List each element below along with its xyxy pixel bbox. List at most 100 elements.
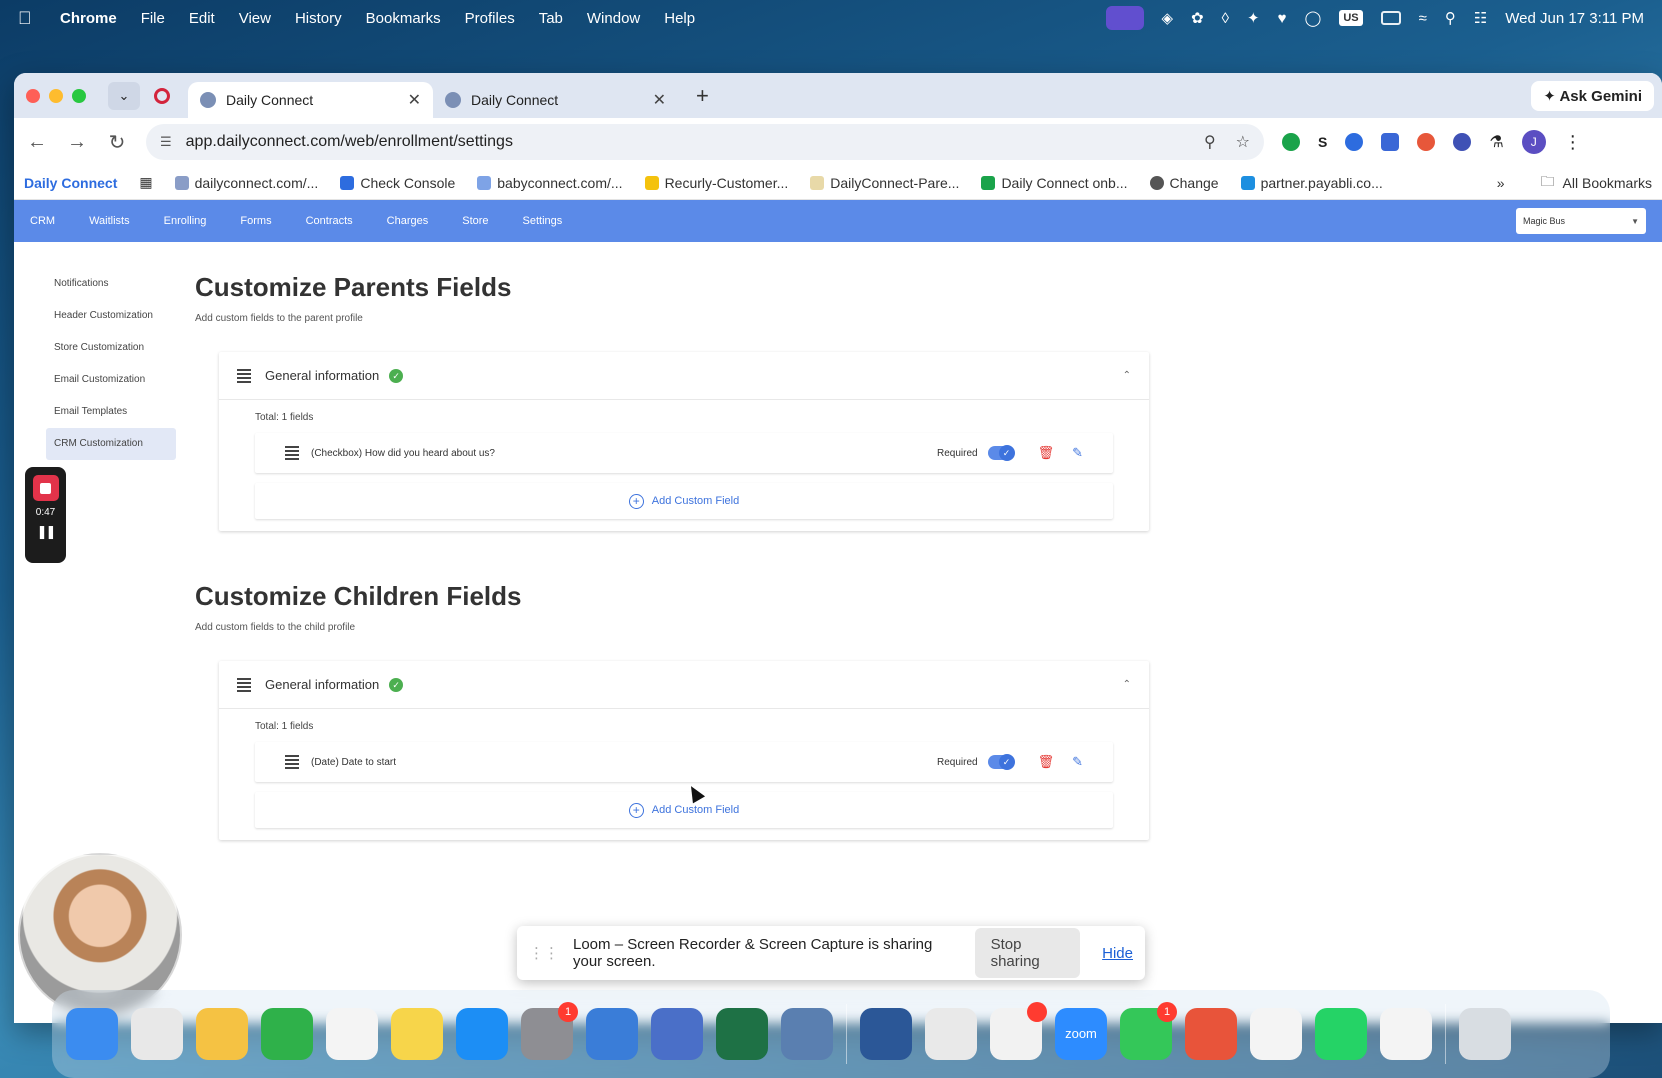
zm-extension-icon[interactable]	[1453, 133, 1472, 151]
spotlight-search-icon[interactable]: ⚲	[1445, 9, 1456, 27]
drag-handle-icon[interactable]	[285, 446, 299, 460]
bookmark-item[interactable]: babyconnect.com/...	[477, 175, 623, 191]
maximize-window-button[interactable]	[72, 88, 86, 103]
add-custom-field-button[interactable]: + Add Custom Field	[255, 483, 1113, 519]
dock-asana-icon[interactable]	[1250, 1008, 1302, 1060]
apps-grid-icon[interactable]: ▦	[139, 174, 152, 191]
pause-icon[interactable]: ❚❚	[37, 524, 57, 540]
user-tray-icon[interactable]: ◯	[1305, 9, 1322, 27]
close-tab-icon[interactable]: ✕	[408, 90, 421, 110]
chevron-up-icon[interactable]: ⌃	[1123, 679, 1131, 690]
address-bar[interactable]: ☰ app.dailyconnect.com/web/enrollment/se…	[146, 124, 1264, 160]
tab-search-chevron-icon[interactable]: ⌄	[108, 81, 140, 110]
hide-link[interactable]: Hide	[1102, 945, 1133, 962]
url-text[interactable]: app.dailyconnect.com/web/enrollment/sett…	[186, 133, 513, 151]
all-bookmarks-folder[interactable]: » 🗀 All Bookmarks	[1497, 171, 1652, 195]
bookmark-daily-connect[interactable]: Daily Connect	[24, 175, 117, 191]
menu-window[interactable]: Window	[587, 10, 640, 27]
menu-help[interactable]: Help	[664, 10, 695, 27]
trash-icon[interactable]: 🗑	[1038, 754, 1055, 770]
dock-launchpad-icon[interactable]	[131, 1008, 183, 1060]
bookmark-item[interactable]: Change	[1149, 175, 1219, 191]
extensions-tray-icon[interactable]: ◊	[1222, 10, 1229, 27]
pencil-icon[interactable]: ✎	[1072, 445, 1083, 461]
dock-claude-icon[interactable]	[1185, 1008, 1237, 1060]
claude-extension-icon[interactable]	[1417, 133, 1436, 151]
nav-enrolling[interactable]: Enrolling	[164, 215, 207, 227]
dock-chatgpt-icon[interactable]	[1380, 1008, 1432, 1060]
dock-reminders-icon[interactable]	[326, 1008, 378, 1060]
puzzle-extension-icon[interactable]	[1381, 133, 1400, 151]
sidebar-item-notifications[interactable]: Notifications	[46, 268, 176, 300]
sidebar-item-crm-customization[interactable]: CRM Customization	[46, 428, 176, 460]
chevron-up-icon[interactable]: ⌃	[1123, 370, 1131, 381]
dock-slack-icon[interactable]	[990, 1002, 1047, 1060]
menu-tab[interactable]: Tab	[539, 10, 563, 27]
menubar-clock[interactable]: Wed Jun 17 3:11 PM	[1505, 10, 1644, 27]
apple-icon[interactable]: 	[18, 8, 40, 29]
nav-charges[interactable]: Charges	[387, 215, 429, 227]
center-select[interactable]: Magic Bus ▼	[1516, 208, 1646, 234]
drag-handle-icon[interactable]	[285, 755, 299, 769]
drag-handle-icon[interactable]	[237, 368, 251, 383]
zoom-icon[interactable]: ⚲	[1204, 132, 1216, 152]
nav-store[interactable]: Store	[462, 215, 488, 227]
sidebar-item-email-templates[interactable]: Email Templates	[46, 396, 176, 428]
dock-system-settings-icon[interactable]: 1	[521, 1002, 578, 1060]
sidebar-item-email-customization[interactable]: Email Customization	[46, 364, 176, 396]
bookmark-item[interactable]: Check Console	[340, 175, 455, 191]
c-extension-icon[interactable]	[1345, 133, 1364, 151]
more-menu-icon[interactable]: ⋮	[1564, 132, 1582, 153]
close-tab-icon[interactable]: ✕	[653, 90, 666, 110]
required-toggle[interactable]: ✓	[987, 445, 1015, 461]
tab-daily-connect-2[interactable]: Daily Connect ✕	[433, 82, 678, 118]
nav-waitlists[interactable]: Waitlists	[89, 215, 130, 227]
keyboard-layout[interactable]: US	[1339, 10, 1363, 26]
battery-icon[interactable]	[1380, 11, 1401, 25]
required-toggle[interactable]: ✓	[987, 754, 1015, 770]
bookmarks-overflow-icon[interactable]: »	[1497, 175, 1505, 191]
dock-chrome-icon[interactable]	[925, 1008, 977, 1060]
menu-view[interactable]: View	[239, 10, 271, 27]
pencil-icon[interactable]: ✎	[1072, 754, 1083, 770]
nav-forms[interactable]: Forms	[240, 215, 271, 227]
reload-icon[interactable]: ↻	[106, 130, 128, 155]
s-extension-icon[interactable]: S	[1318, 134, 1327, 150]
control-center-icon[interactable]: ☷	[1474, 9, 1487, 27]
dock-finder-icon[interactable]	[66, 1008, 118, 1060]
sparkle-tray-icon[interactable]: ✦	[1247, 9, 1260, 27]
bookmark-star-icon[interactable]: ☆	[1236, 132, 1250, 152]
bookmark-item[interactable]: DailyConnect-Pare...	[810, 175, 959, 191]
bookmark-item[interactable]: dailyconnect.com/...	[174, 175, 318, 191]
profile-avatar[interactable]: J	[1521, 130, 1546, 154]
openai-tray-icon[interactable]: ✿	[1191, 9, 1204, 27]
dock-numbers-icon[interactable]	[261, 1008, 313, 1060]
bookmark-item[interactable]: Recurly-Customer...	[644, 175, 788, 191]
extensions-icon[interactable]: ⚗	[1489, 132, 1503, 152]
figma-tray-icon[interactable]: ◈	[1162, 9, 1174, 27]
sidebar-item-store-customization[interactable]: Store Customization	[46, 332, 176, 364]
ask-gemini-button[interactable]: ✦ Ask Gemini	[1531, 80, 1654, 111]
dock-viewer-icon[interactable]	[781, 1008, 833, 1060]
dock-excel-icon[interactable]	[716, 1008, 768, 1060]
drag-grip-icon[interactable]: ⋮⋮	[529, 944, 559, 962]
group-header[interactable]: General information ✓ ⌃	[219, 661, 1149, 709]
tab-daily-connect-1[interactable]: Daily Connect ✕	[188, 82, 433, 118]
back-icon[interactable]: ←	[26, 131, 48, 154]
dock-app-store-icon[interactable]	[456, 1008, 508, 1060]
dock-whatsapp-icon[interactable]	[1315, 1008, 1367, 1060]
dock-word-icon[interactable]	[860, 1008, 912, 1060]
dock-migration-icon[interactable]	[586, 1008, 638, 1060]
grammarly-extension-icon[interactable]	[1282, 133, 1300, 151]
dock-trash-icon[interactable]	[1459, 1008, 1511, 1060]
menu-edit[interactable]: Edit	[189, 10, 215, 27]
drag-handle-icon[interactable]	[237, 677, 251, 692]
menu-file[interactable]: File	[141, 10, 165, 27]
screen-share-icon[interactable]	[1105, 6, 1144, 30]
wifi-icon[interactable]: ≈	[1419, 10, 1427, 27]
stop-recording-button[interactable]	[32, 475, 59, 501]
nav-crm[interactable]: CRM	[30, 215, 55, 227]
group-header[interactable]: General information ✓ ⌃	[219, 352, 1149, 400]
sidebar-item-header-customization[interactable]: Header Customization	[46, 300, 176, 332]
heart-tray-icon[interactable]: ♥	[1278, 10, 1287, 27]
